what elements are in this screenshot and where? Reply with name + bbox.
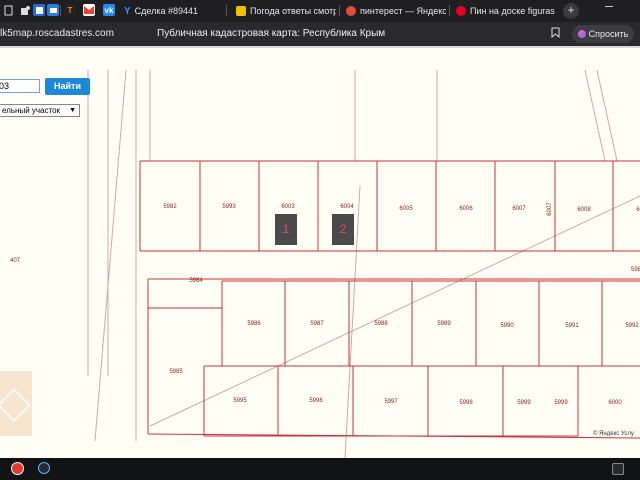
tab-label: Пин на доске figuras [470,6,555,16]
address-bar: lk5map.roscadastres.com Публичная кадаст… [0,22,640,46]
tab-label: пинтерест — Яндекс [360,6,446,16]
search-input[interactable]: 03 [0,79,40,93]
search-button[interactable]: Найти [45,78,90,95]
y-icon: Y [124,5,131,17]
parcel-label: 6 [636,207,640,213]
notification-icon[interactable] [612,463,624,475]
tab-pin[interactable]: Пин на доске figuras [456,2,558,20]
parcel-label: 6000 [608,400,622,406]
parcel-label: 5999 [517,400,531,406]
tab-label: Погода ответы смотр [250,6,336,16]
ai-icon [577,30,586,38]
tab-pinterest-search[interactable]: пинтерест — Яндекс [346,2,446,20]
url-text[interactable]: lk5map.roscadastres.com [0,28,114,39]
parcel-label: 6003 [281,204,295,210]
pinterest-icon [456,6,466,16]
parcel-label: 5998 [459,400,473,406]
ask-button-label: Спросить [588,29,629,39]
parcel-label: 6005 [399,206,413,212]
map-canvas[interactable]: 5982 5993 6003 6004 6005 6006 6007 6008 … [0,46,640,458]
parcel-label: 5989 [437,321,451,327]
parcel-type-value: ельный участок [2,106,61,115]
yandex-browser-icon[interactable] [12,463,23,474]
chevron-down-icon: ▼ [69,107,76,114]
parcel-label: 5999 [554,400,568,406]
minimize-icon[interactable] [605,6,613,7]
page-title: Публичная кадастровая карта: Республика … [157,28,386,39]
map-marker[interactable]: 2 [332,214,354,245]
parcel-label-vertical: 6007 [547,202,553,216]
flag-icon[interactable] [33,4,45,16]
parcel-label: 5987 [310,321,324,327]
parcel-label: 407 [10,258,21,264]
browser-alt-icon[interactable] [38,462,50,474]
parcel-type-select[interactable]: ельный участок ▼ [0,104,80,117]
tab-label: Сделка #89441 [134,6,199,16]
ya-icon [236,6,246,16]
ya-search-icon [346,6,356,16]
parcel-label: 5984 [189,278,203,284]
parcel-label: 6004 [340,204,354,210]
parcel-label: 5992 [625,323,639,329]
parcel-label: 5995 [233,398,247,404]
parcel-label: 5985 [169,369,183,375]
parcel-label: 5993 [222,204,236,210]
gmail-icon[interactable] [83,4,95,16]
new-tab-button[interactable]: + [563,3,579,19]
parcel-label: 5986 [247,321,261,327]
map-marker[interactable]: 1 [275,214,297,245]
parcel-label: 5982 [163,204,177,210]
vk-icon[interactable]: vk [103,4,115,16]
logo-badge [0,371,32,436]
tab-weather[interactable]: Погода ответы смотр [236,2,336,20]
taskbar [0,458,640,480]
doc-icon[interactable] [2,4,14,16]
bookmark-icon[interactable] [551,27,560,41]
parcel-label: 5990 [500,323,514,329]
tab-deal[interactable]: Y Сделка #89441 [124,2,224,20]
parcel-label: 5997 [384,399,398,405]
parcel-label: 5996 [309,398,323,404]
t-icon[interactable]: T [64,4,76,16]
copyright-text: © Яндекс Услу [593,431,634,437]
mail-icon[interactable] [47,4,59,16]
parcel-label: 598 [631,267,640,273]
parcel-label: 5991 [565,323,579,329]
parcel-label: 5988 [374,321,388,327]
puzzle-icon[interactable] [19,4,31,16]
ask-button[interactable]: Спросить [572,25,634,43]
cadastral-map[interactable]: 5982 5993 6003 6004 6005 6006 6007 6008 … [0,46,640,458]
parcel-label: 6006 [459,206,473,212]
parcel-label: 6007 [512,206,526,212]
parcel-label: 6008 [577,207,591,213]
browser-tab-strip: T vk Y Сделка #89441 Погода ответы смотр… [0,0,640,22]
